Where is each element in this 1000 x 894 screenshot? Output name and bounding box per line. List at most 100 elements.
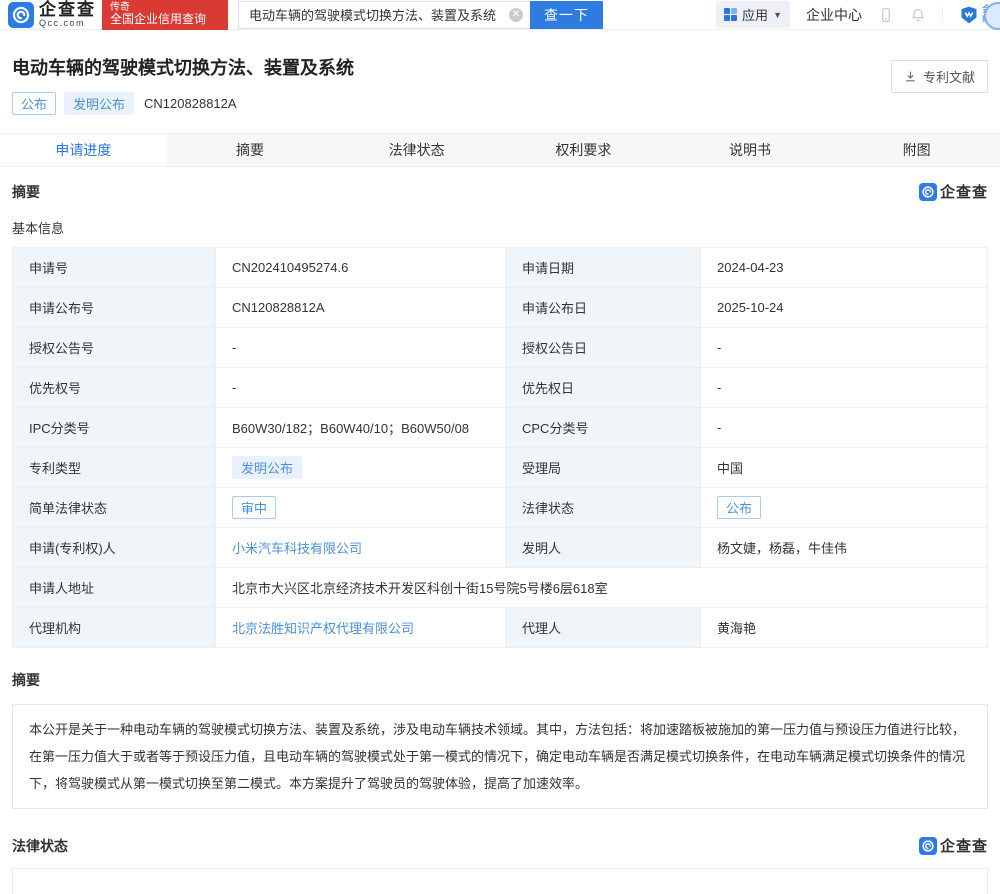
header-nav: 应用 ▼ 企业中心 会员 续费 [716,1,1000,28]
qcc-watermark-icon [919,183,937,201]
field-value: 发明公布 [216,448,506,488]
table-row: 优先权号-优先权日- [13,368,988,408]
field-label: 申请公布号 [13,288,216,328]
field-label: 简单法律状态 [13,488,216,528]
apps-label: 应用 [742,5,768,24]
chevron-down-icon: ▼ [773,10,782,20]
qcc-logo-text: 企查查 Qcc.com [39,1,96,28]
qcc-logo[interactable]: 企查查 Qcc.com [8,1,96,28]
abstract-text: 本公开是关于一种电动车辆的驾驶模式切换方法、装置及系统，涉及电动车辆技术领域。其… [12,704,988,809]
field-value: 小米汽车科技有限公司 [216,528,506,568]
field-value: B60W30/182；B60W40/10；B60W50/08 [216,408,506,448]
field-label: 申请公布日 [506,288,701,328]
qcc-watermark-text: 企查查 [940,181,988,202]
page-title: 电动车辆的驾驶模式切换方法、装置及系统 [12,54,988,80]
vip-badge-icon [959,5,979,25]
field-value: 北京市大兴区北京经济技术开发区科创十街15号院5号楼6层618室 [216,568,988,608]
abstract-sub-title: 摘要 [0,648,1000,700]
field-label: 发明人 [506,528,701,568]
apps-menu[interactable]: 应用 ▼ [716,1,790,28]
field-value: 公布 [701,488,988,528]
field-value: - [701,368,988,408]
abstract-section-head: 摘要 企查查 [0,167,1000,202]
field-label: 代理机构 [13,608,216,648]
field-label: 授权公告日 [506,328,701,368]
patent-document-button[interactable]: 专利文献 [891,60,988,93]
table-row: 代理机构 北京法胜知识产权代理有限公司 代理人黄海艳 [13,608,988,648]
promo-badge: 传奇 全国企业信用查询 [102,0,228,30]
logo-domain: Qcc.com [39,19,96,28]
qcc-watermark-text-2: 企查查 [940,835,988,856]
field-label: 受理局 [506,448,701,488]
status-tag: 审中 [232,496,276,519]
divider [942,7,943,23]
status-badge: 公布 [12,92,56,115]
field-label: 申请日期 [506,248,701,288]
legal-section-head: 法律状态 企查查 [0,809,1000,856]
table-row: 申请号CN202410495274.6申请日期2024-04-23 [13,248,988,288]
field-value: CN120828812A [216,288,506,328]
field-value: 2025-10-24 [701,288,988,328]
field-value: 审中 [216,488,506,528]
search-button[interactable]: 查一下 [530,1,603,29]
field-label: 代理人 [506,608,701,648]
field-label: 专利类型 [13,448,216,488]
apps-grid-icon [724,8,737,21]
field-label: 法律状态 [506,488,701,528]
publication-number: CN120828812A [144,96,237,111]
table-row: 专利类型发明公布 受理局中国 [13,448,988,488]
logo-name: 企查查 [39,1,96,18]
basic-info-title: 基本信息 [0,202,1000,247]
table-row: 申请人地址北京市大兴区北京经济技术开发区科创十街15号院5号楼6层618室 [13,568,988,608]
field-value: 中国 [701,448,988,488]
qcc-watermark: 企查查 [919,181,988,202]
field-value: CN202410495274.6 [216,248,506,288]
basic-info-table: 申请号CN202410495274.6申请日期2024-04-23申请公布号CN… [12,247,988,648]
status-tag: 公布 [717,496,761,519]
tab-1[interactable]: 摘要 [167,134,334,166]
field-label: 申请(专利权)人 [13,528,216,568]
clear-search-icon[interactable]: ✕ [509,8,523,22]
field-value: - [216,368,506,408]
search-input[interactable] [238,1,530,29]
enterprise-center-link[interactable]: 企业中心 [806,5,862,25]
tab-5[interactable]: 附图 [833,134,1000,166]
field-value: - [216,328,506,368]
qcc-watermark-icon-2 [919,837,937,855]
status-tag: 发明公布 [232,456,302,479]
promo-line2: 全国企业信用查询 [110,13,220,27]
entity-link[interactable]: 北京法胜知识产权代理有限公司 [232,621,414,636]
table-row: 授权公告号-授权公告日- [13,328,988,368]
section-title-abstract: 摘要 [12,182,40,202]
type-badge: 发明公布 [64,92,134,115]
field-label: 授权公告号 [13,328,216,368]
basic-info-wrap: 申请号CN202410495274.6申请日期2024-04-23申请公布号CN… [0,247,1000,648]
table-row: IPC分类号B60W30/182；B60W40/10；B60W50/08CPC分… [13,408,988,448]
field-value: 杨文婕，杨磊，牛佳伟 [701,528,988,568]
field-label: CPC分类号 [506,408,701,448]
field-value: - [701,328,988,368]
table-row: 简单法律状态审中 法律状态公布 [13,488,988,528]
patent-tag-row: 公布 发明公布 CN120828812A [12,92,988,115]
qcc-watermark-2: 企查查 [919,835,988,856]
tab-bar: 申请进度摘要法律状态权利要求说明书附图 [0,133,1000,167]
legal-status-box: 2025-10-24公布 [12,868,988,894]
top-header: 企查查 Qcc.com 传奇 全国企业信用查询 ✕ 查一下 应用 ▼ 企业中心 [0,0,1000,30]
notification-bell-icon[interactable] [910,7,926,23]
table-row: 申请(专利权)人 小米汽车科技有限公司 发明人杨文婕，杨磊，牛佳伟 [13,528,988,568]
field-value: - [701,408,988,448]
download-icon [904,70,917,83]
field-label: 优先权号 [13,368,216,408]
tab-0[interactable]: 申请进度 [0,134,167,166]
field-value: 黄海艳 [701,608,988,648]
field-label: IPC分类号 [13,408,216,448]
mobile-app-icon[interactable] [878,7,894,23]
tab-2[interactable]: 法律状态 [333,134,500,166]
field-label: 申请人地址 [13,568,216,608]
entity-link[interactable]: 小米汽车科技有限公司 [232,541,362,556]
tab-3[interactable]: 权利要求 [500,134,667,166]
field-value: 北京法胜知识产权代理有限公司 [216,608,506,648]
section-title-legal: 法律状态 [12,836,68,856]
field-label: 优先权日 [506,368,701,408]
tab-4[interactable]: 说明书 [667,134,834,166]
